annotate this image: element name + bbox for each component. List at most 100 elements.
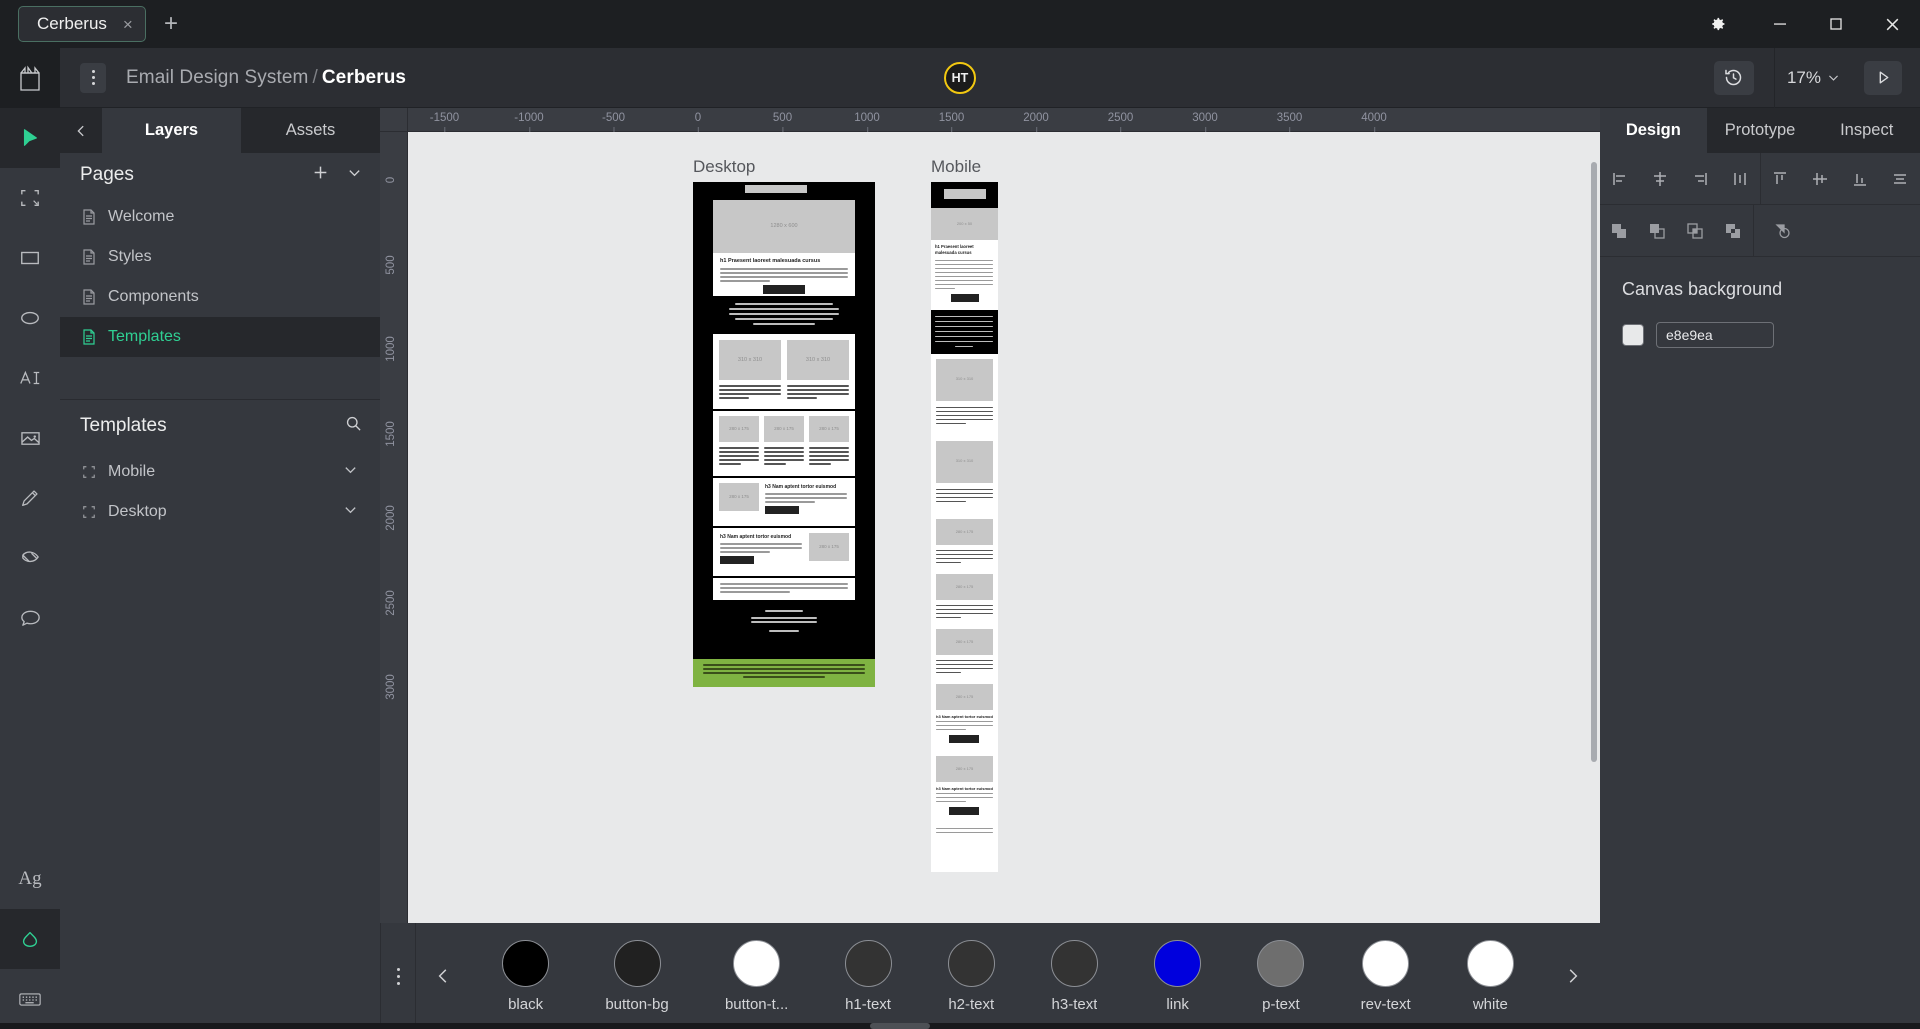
frame-mobile[interactable]: 200 x 50 h1 Praesent laoreet malesuada c…: [931, 182, 998, 872]
layers-section-header: Templates: [60, 400, 380, 452]
rectangle-icon: [21, 251, 39, 265]
layer-item-desktop[interactable]: Desktop: [60, 492, 380, 532]
app-logo-icon[interactable]: [0, 47, 60, 108]
history-icon[interactable]: [1713, 60, 1754, 95]
swatch-item[interactable]: rev-text: [1361, 939, 1411, 1013]
swatch-color-dot[interactable]: [1050, 939, 1098, 987]
close-icon[interactable]: ×: [123, 16, 133, 33]
swatch-item[interactable]: h1-text: [844, 939, 892, 1013]
swatch-item[interactable]: button-t...: [724, 939, 789, 1013]
avatar[interactable]: HT: [944, 61, 976, 94]
union-icon[interactable]: [1604, 216, 1634, 246]
swatch-color-dot[interactable]: [1362, 939, 1410, 987]
swatch-item[interactable]: h2-text: [947, 939, 995, 1013]
new-tab-button[interactable]: +: [164, 10, 178, 38]
text-tool[interactable]: [0, 348, 60, 408]
frame-label-mobile[interactable]: Mobile: [931, 157, 981, 177]
swatch-color-dot[interactable]: [733, 939, 781, 987]
align-horizontal-center-icon[interactable]: [1645, 164, 1675, 194]
gear-icon[interactable]: [1682, 0, 1752, 48]
subtract-icon[interactable]: [1642, 216, 1672, 246]
canvas-viewport[interactable]: Desktop 1280 x 600 h1 Praesent laoreet m…: [408, 132, 1600, 923]
ruler-vertical: 0 500 1000 1500 2000 2500 3000: [380, 132, 408, 923]
chevron-down-icon[interactable]: [347, 165, 362, 185]
zoom-control[interactable]: 17%: [1777, 68, 1850, 88]
chevron-left-icon[interactable]: [60, 108, 102, 153]
close-window-icon[interactable]: [1864, 0, 1920, 48]
droplet-icon: [22, 931, 38, 948]
alignment-toolbar: [1600, 153, 1920, 205]
flatten-icon[interactable]: [1768, 216, 1798, 246]
tab-layers[interactable]: Layers: [102, 108, 241, 153]
align-top-icon[interactable]: [1765, 164, 1795, 194]
layer-label: Mobile: [108, 463, 156, 480]
align-bottom-icon[interactable]: [1845, 164, 1875, 194]
page-item-templates[interactable]: Templates: [60, 317, 380, 357]
tab-inspect[interactable]: Inspect: [1813, 108, 1920, 153]
keyboard-tool[interactable]: [0, 969, 60, 1029]
ellipse-tool[interactable]: [0, 288, 60, 348]
chevron-down-icon[interactable]: [343, 462, 358, 482]
distribute-vertical-icon[interactable]: [1885, 164, 1915, 194]
swatch-item[interactable]: link: [1154, 939, 1202, 1013]
swatch-color-dot[interactable]: [947, 939, 995, 987]
swatch-next-button[interactable]: [1546, 967, 1600, 985]
swatch-prev-button[interactable]: [416, 967, 470, 985]
distribute-horizontal-icon[interactable]: [1725, 164, 1755, 194]
swatch-color-dot[interactable]: [1257, 939, 1305, 987]
canvas-background-hex-input[interactable]: e8e9ea: [1656, 322, 1774, 348]
swatch-item[interactable]: h3-text: [1050, 939, 1098, 1013]
layer-item-mobile[interactable]: Mobile: [60, 452, 380, 492]
theme-tool[interactable]: [0, 909, 60, 969]
search-icon[interactable]: [345, 415, 362, 437]
frame-desktop[interactable]: 1280 x 600 h1 Praesent laoreet malesuada…: [693, 182, 875, 687]
intersect-icon[interactable]: [1680, 216, 1710, 246]
h3-text: h3 Nam aptent tortor euismod: [765, 484, 837, 490]
frame-icon: [83, 466, 95, 478]
swatch-color-dot[interactable]: [1154, 939, 1202, 987]
kebab-menu-icon[interactable]: [80, 62, 106, 93]
image-tool[interactable]: [0, 408, 60, 468]
align-left-icon[interactable]: [1605, 164, 1635, 194]
tab-assets[interactable]: Assets: [241, 108, 380, 153]
swatch-item[interactable]: black: [502, 939, 550, 1013]
exclude-icon[interactable]: [1718, 216, 1748, 246]
move-tool[interactable]: [0, 108, 60, 168]
chevron-down-icon[interactable]: [343, 502, 358, 522]
comment-tool[interactable]: [0, 588, 60, 648]
swatch-color-dot[interactable]: [613, 939, 661, 987]
canvas-scrollbar[interactable]: [1591, 162, 1597, 762]
canvas-background-swatch[interactable]: [1622, 324, 1644, 346]
swatch-color-dot[interactable]: [844, 939, 892, 987]
font-tool[interactable]: Ag: [0, 849, 60, 909]
swatch-bar-menu-icon[interactable]: [380, 923, 416, 1029]
swatch-item[interactable]: button-bg: [605, 939, 669, 1013]
swatch-color-dot[interactable]: [502, 939, 550, 987]
breadcrumb-project[interactable]: Email Design System: [126, 67, 308, 88]
pen-tool[interactable]: [0, 528, 60, 588]
canvas-area[interactable]: -1500 -1000 -500 0 500 1000 1500 2000 2500 3000 35…: [380, 108, 1600, 923]
align-right-icon[interactable]: [1685, 164, 1715, 194]
tab-prototype[interactable]: Prototype: [1707, 108, 1814, 153]
pencil-tool[interactable]: [0, 468, 60, 528]
pages-title: Pages: [80, 164, 134, 185]
page-item-styles[interactable]: Styles: [60, 237, 380, 277]
frame-label-desktop[interactable]: Desktop: [693, 157, 755, 177]
swatch-label: button-t...: [724, 995, 789, 1013]
frame-icon: [21, 190, 39, 206]
page-item-components[interactable]: Components: [60, 277, 380, 317]
plus-icon[interactable]: [312, 164, 329, 186]
frame-tool[interactable]: [0, 168, 60, 228]
minimize-icon[interactable]: [1752, 0, 1808, 48]
page-item-welcome[interactable]: Welcome: [60, 197, 380, 237]
maximize-icon[interactable]: [1808, 0, 1864, 48]
breadcrumb-file[interactable]: Cerberus: [322, 67, 406, 88]
align-vertical-center-icon[interactable]: [1805, 164, 1835, 194]
swatch-item[interactable]: p-text: [1257, 939, 1305, 1013]
swatch-item[interactable]: white: [1466, 939, 1514, 1013]
tab-cerberus[interactable]: Cerberus ×: [18, 6, 146, 42]
tab-design[interactable]: Design: [1600, 108, 1707, 153]
present-button[interactable]: [1864, 60, 1902, 95]
swatch-color-dot[interactable]: [1466, 939, 1514, 987]
rectangle-tool[interactable]: [0, 228, 60, 288]
